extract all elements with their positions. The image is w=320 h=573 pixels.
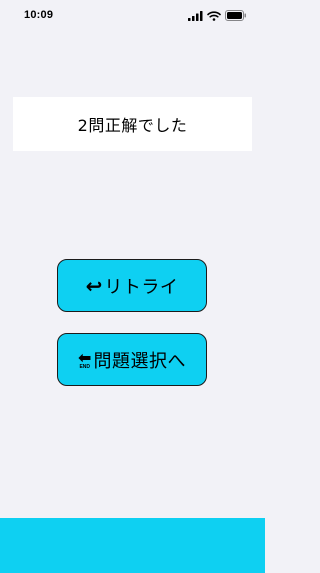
result-message: 2問正解でした: [77, 116, 188, 135]
battery-icon: [225, 10, 247, 21]
status-time: 10:09: [24, 9, 54, 21]
question-select-button[interactable]: ⬅ END 問題選択へ: [57, 333, 207, 386]
wifi-icon: [207, 10, 221, 21]
end-arrow-text: END: [79, 363, 91, 370]
status-bar: 10:09: [0, 0, 265, 32]
end-arrow-icon: ⬅ END: [78, 349, 91, 370]
result-card: 2問正解でした: [13, 97, 252, 151]
retry-label: リトライ: [104, 276, 179, 298]
question-select-label: 問題選択へ: [93, 350, 186, 372]
status-icons: [188, 10, 247, 21]
retry-button[interactable]: ↩ リトライ: [57, 259, 207, 312]
signal-icon: [188, 10, 203, 21]
return-arrow-icon: ↩: [85, 273, 103, 298]
bottom-bar: [0, 518, 265, 573]
